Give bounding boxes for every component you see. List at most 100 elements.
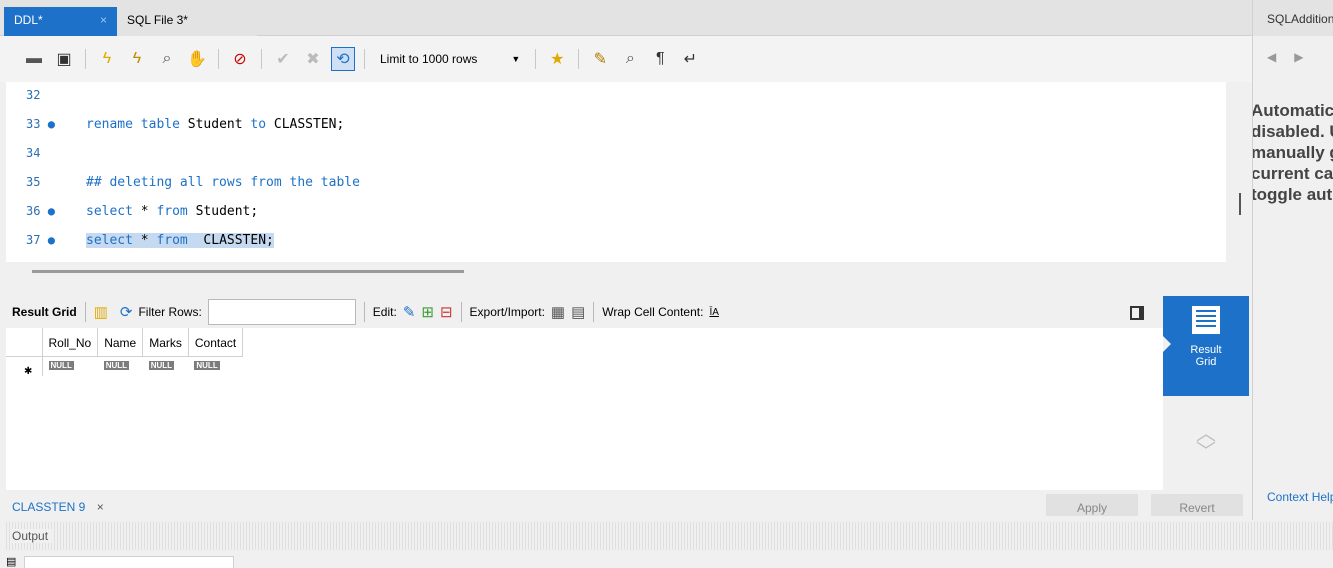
toggle-panel-icon[interactable] bbox=[1130, 306, 1144, 320]
edit-row-icon[interactable]: ✎ bbox=[403, 303, 416, 321]
row-marker: ✱ bbox=[6, 356, 43, 377]
result-tabs-bar: CLASSTEN 9 × Apply Revert bbox=[6, 490, 1249, 516]
invisible-chars-pilcrow-icon[interactable]: ¶ bbox=[648, 47, 672, 71]
code-text: select * from Student; bbox=[86, 203, 259, 219]
table-row[interactable]: ✱ NULL NULL NULL NULL bbox=[6, 356, 243, 377]
sql-additions-panel: SQLAdditions ◀ ▶ Automatic context help … bbox=[1252, 0, 1333, 520]
result-tab-label: CLASSTEN 9 bbox=[12, 500, 86, 514]
toolbar-separator bbox=[261, 49, 262, 69]
apply-button[interactable]: Apply bbox=[1046, 494, 1138, 516]
column-header-contact[interactable]: Contact bbox=[188, 328, 244, 357]
delete-row-icon[interactable]: ⊟ bbox=[440, 303, 453, 321]
result-grid-side-tab[interactable]: Result Grid bbox=[1163, 296, 1249, 396]
editor-splitter-handle[interactable] bbox=[1239, 193, 1241, 215]
code-line: 34 bbox=[6, 140, 1226, 166]
form-view-icon[interactable]: ▥ bbox=[94, 303, 108, 321]
selected-code-text: select * from CLASSTEN; bbox=[86, 232, 274, 248]
statement-dot-icon: ● bbox=[47, 204, 55, 218]
new-row-asterisk-icon: ✱ bbox=[24, 365, 33, 377]
import-icon[interactable]: ▤ bbox=[571, 303, 585, 321]
code-line: 36 ● select * from Student; bbox=[6, 198, 1226, 224]
chevron-down-icon: ▼ bbox=[511, 54, 521, 64]
output-copy-icon[interactable]: ▤ bbox=[6, 555, 16, 568]
autocommit-toggle-icon[interactable]: ⟲ bbox=[331, 47, 355, 71]
tab-context-help[interactable]: Context Help bbox=[1267, 490, 1333, 504]
line-number: 34 bbox=[26, 146, 41, 160]
side-tab-label-line2: Grid bbox=[1195, 356, 1217, 368]
column-header-marks[interactable]: Marks bbox=[142, 328, 189, 357]
tab-sql-file-3-label: SQL File 3* bbox=[127, 13, 188, 27]
result-toolbar: Result Grid ▥ ⟳ Filter Rows: Edit: ✎ ⊞ ⊟… bbox=[6, 296, 1163, 328]
word-wrap-icon[interactable]: ↵ bbox=[678, 47, 702, 71]
sql-editor-toolbar: ▬ ▣ ϟ ϟ ⌕ ✋ ⊘ ✔ ✖ ⟲ Limit to 1000 rows ▼… bbox=[0, 36, 1252, 82]
code-line: 33 ● rename table Student to CLASSTEN; bbox=[6, 111, 1226, 137]
revert-button[interactable]: Revert bbox=[1151, 494, 1243, 516]
table-cell[interactable]: NULL bbox=[188, 356, 242, 376]
explain-magnifier-icon[interactable]: ⌕ bbox=[155, 47, 179, 71]
line-number: 35 bbox=[26, 175, 41, 189]
add-row-icon[interactable]: ⊞ bbox=[421, 303, 434, 321]
code-line: 37 ● select * from CLASSTEN; bbox=[6, 227, 1226, 253]
commit-check-icon[interactable]: ✔ bbox=[271, 47, 295, 71]
execute-lightning-icon[interactable]: ϟ bbox=[95, 47, 119, 71]
wrap-cell-icon[interactable]: ĪA bbox=[709, 307, 718, 318]
tab-ddl[interactable]: DDL* × bbox=[4, 7, 117, 36]
line-number: 37 bbox=[26, 233, 41, 247]
result-grid-label[interactable]: Result Grid bbox=[12, 305, 77, 319]
column-header-name[interactable]: Name bbox=[97, 328, 144, 357]
export-icon[interactable]: ▦ bbox=[551, 303, 565, 321]
chevron-down-icon[interactable]: ﹀ bbox=[1196, 442, 1216, 462]
output-label: Output bbox=[12, 529, 55, 543]
open-folder-icon[interactable]: ▬ bbox=[22, 47, 46, 71]
execute-current-lightning-icon[interactable]: ϟ bbox=[125, 47, 149, 71]
table-cell[interactable]: NULL bbox=[42, 356, 98, 376]
code-line: 35 ## deleting all rows from the table bbox=[6, 169, 1226, 195]
wrap-cell-content-label: Wrap Cell Content: bbox=[602, 305, 704, 319]
result-tab-classten[interactable]: CLASSTEN 9 × bbox=[6, 494, 104, 516]
refresh-icon[interactable]: ⟳ bbox=[120, 303, 133, 321]
table-cell[interactable]: NULL bbox=[98, 356, 143, 376]
column-header-roll-no[interactable]: Roll_No bbox=[42, 328, 99, 357]
side-tab-label-line1: Result bbox=[1190, 344, 1222, 356]
sql-additions-title: SQLAdditions bbox=[1253, 0, 1333, 36]
line-number: 36 bbox=[26, 204, 41, 218]
tab-ddl-label: DDL* bbox=[14, 13, 43, 27]
find-magnifier-icon[interactable]: ⌕ bbox=[618, 47, 642, 71]
row-header-corner bbox=[6, 328, 43, 357]
statement-dot-icon: ● bbox=[47, 233, 55, 247]
toolbar-separator bbox=[364, 49, 365, 69]
filter-rows-label: Filter Rows: bbox=[138, 305, 202, 319]
output-toolbar: ▤ bbox=[6, 556, 1333, 568]
table-cell[interactable]: NULL bbox=[143, 356, 189, 376]
limit-rows-select[interactable]: Limit to 1000 rows ▼ bbox=[374, 48, 526, 70]
statement-dot-icon: ● bbox=[47, 117, 55, 131]
line-number: 32 bbox=[26, 88, 41, 102]
tab-sql-file-3[interactable]: SQL File 3* bbox=[117, 7, 257, 36]
close-icon[interactable]: × bbox=[97, 500, 104, 514]
stop-on-error-icon[interactable]: ⊘ bbox=[228, 47, 252, 71]
help-navigation: ◀ ▶ bbox=[1267, 50, 1303, 64]
toolbar-separator bbox=[535, 49, 537, 69]
close-icon[interactable]: × bbox=[100, 13, 107, 27]
toolbar-separator bbox=[578, 49, 580, 69]
filter-rows-input[interactable] bbox=[207, 299, 356, 325]
output-type-select[interactable] bbox=[24, 556, 235, 568]
result-grid[interactable]: Roll_No Name Marks Contact ✱ NULL NULL N… bbox=[6, 328, 1163, 490]
side-tab-scroller: ︿ ﹀ bbox=[1163, 396, 1249, 490]
add-snippet-star-icon[interactable]: ★ bbox=[545, 47, 569, 71]
stop-hand-icon[interactable]: ✋ bbox=[185, 47, 209, 71]
limit-rows-label: Limit to 1000 rows bbox=[380, 52, 478, 66]
forward-arrow-icon[interactable]: ▶ bbox=[1294, 50, 1303, 64]
grid-icon bbox=[1192, 306, 1220, 334]
sql-code-editor[interactable]: 32 33 ● rename table Student to CLASSTEN… bbox=[6, 82, 1226, 262]
editor-tab-strip: DDL* × SQL File 3* bbox=[0, 0, 1252, 36]
save-icon[interactable]: ▣ bbox=[52, 47, 76, 71]
output-panel-header: Output bbox=[6, 522, 1333, 550]
beautify-broom-icon[interactable]: ✎ bbox=[588, 47, 612, 71]
code-line: 32 bbox=[6, 82, 1226, 108]
toolbar-separator bbox=[218, 49, 219, 69]
back-arrow-icon[interactable]: ◀ bbox=[1267, 50, 1276, 64]
rollback-cancel-icon[interactable]: ✖ bbox=[301, 47, 325, 71]
context-help-message: Automatic context help is disabled. Use … bbox=[1252, 101, 1333, 204]
editor-horizontal-scrollbar[interactable] bbox=[32, 270, 464, 273]
